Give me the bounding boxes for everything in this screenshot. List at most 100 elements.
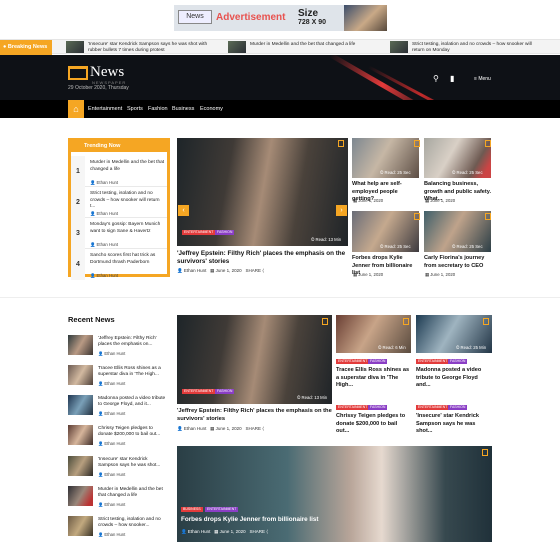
read-time: ⏲ Read: 6 Min [378, 345, 406, 350]
bookmark-icon[interactable] [403, 318, 409, 325]
home-icon[interactable]: ⌂ [68, 100, 84, 118]
category-badge[interactable]: Fashion [448, 405, 468, 410]
bookmark-icon[interactable] [338, 140, 344, 147]
category-badge[interactable]: Business [181, 507, 203, 512]
recent-thumbnail[interactable] [68, 456, 93, 476]
recent-title[interactable]: 'Jeffrey Epstein: Filthy Rich' places th… [98, 336, 168, 348]
recent-thumbnail[interactable] [68, 425, 93, 445]
grid-main-image[interactable]: Entertainment Fashion ⏲ Read: 13 Min [177, 315, 332, 404]
category-badge[interactable]: Entertainment [205, 507, 239, 512]
card-image[interactable]: ⏲ Read: 25 Sec [424, 211, 491, 252]
nav-item-entertainment[interactable]: Entertainment [88, 106, 122, 112]
category-badge[interactable]: Entertainment [336, 359, 370, 364]
trending-item-title[interactable]: Strict testing, isolation and no crowds … [90, 191, 166, 211]
grid-card-title[interactable]: Madonna posted a video tribute to George… [416, 367, 493, 390]
category-badge[interactable]: Entertainment [416, 405, 450, 410]
category-badge[interactable]: Entertainment [336, 405, 370, 410]
read-label: Read: [384, 170, 397, 175]
nav-item-business[interactable]: Business [172, 106, 194, 112]
bookmark-icon[interactable] [414, 213, 420, 220]
slider-prev-arrow[interactable]: ‹ [178, 205, 189, 216]
featured-title[interactable]: 'Jeffrey Epstein: Filthy Rich' places th… [177, 250, 347, 266]
card-image[interactable]: ⏲ Read: 25 Sec [424, 138, 491, 178]
ticker-thumbnail [66, 41, 84, 53]
recent-thumbnail[interactable] [68, 335, 93, 355]
recent-author: 👤 Ethan Hunt [98, 381, 126, 386]
featured-slider-image[interactable]: ‹ › Entertainment Fashion ⏲ Read: 13 Min [177, 138, 348, 246]
trending-author: 👤 Ethan Hunt [90, 242, 119, 247]
grid-bottom-image[interactable]: Business Entertainment Forbes drops Kyli… [177, 446, 492, 542]
category-badge[interactable]: Entertainment [416, 359, 450, 364]
trending-item-title[interactable]: Sancho scores first hat trick as Dortmun… [90, 253, 166, 266]
read-time: ⏲ Read: 25 Sec [452, 244, 483, 249]
read-time: ⏲ Read: 13 Min [297, 395, 328, 400]
top-advertisement-banner[interactable]: News Advertisement Size 728 X 90 [174, 5, 387, 31]
grid-main-title[interactable]: 'Jeffrey Epstein: Filthy Rich' places th… [177, 408, 334, 423]
recent-thumbnail[interactable] [68, 395, 93, 415]
menu-label: Menu [478, 76, 491, 82]
recent-title[interactable]: 'Insecure' star Kendrick Sampson says he… [98, 457, 168, 469]
bookmark-icon[interactable] [485, 213, 491, 220]
trending-item-title[interactable]: Monday's gossip: Bayern Munich want to s… [90, 222, 166, 235]
card-title[interactable]: Carly Fiorina's journey from secretary t… [424, 255, 494, 270]
recent-title[interactable]: Murder in Medellin and the bet that chan… [98, 487, 168, 499]
bookmark-icon[interactable] [482, 449, 488, 456]
bookmark-icon[interactable] [322, 318, 328, 325]
share-button[interactable]: SHARE [245, 426, 261, 431]
category-badge[interactable]: Fashion [215, 230, 235, 235]
breaking-news-label: ● Breaking News [0, 40, 52, 55]
category-badge[interactable]: Entertainment [182, 389, 216, 394]
share-button[interactable]: SHARE [249, 529, 265, 534]
card-image[interactable]: ⏲ Read: 25 Sec [352, 138, 419, 178]
card-date: ▦ June 1, 2020 [353, 198, 384, 203]
grid-card-title[interactable]: 'Insecure' star Kendrick Sampson says he… [416, 413, 493, 436]
bookmark-icon[interactable]: ▮ [450, 74, 454, 83]
nav-item-sports[interactable]: Sports [127, 106, 143, 112]
author-name: Ethan Hunt [104, 441, 126, 446]
recent-title[interactable]: Madonna posted a video tribute to George… [98, 396, 168, 408]
grid-bottom-title[interactable]: Forbes drops Kylie Jenner from billionai… [181, 516, 381, 524]
grid-card-title[interactable]: Chrissy Teigen pledges to donate $200,00… [336, 413, 412, 436]
author-name: Ethan Hunt [104, 502, 126, 507]
category-badge[interactable]: Fashion [448, 359, 468, 364]
category-badge[interactable]: Fashion [368, 405, 388, 410]
share-button[interactable]: SHARE [245, 268, 261, 273]
search-icon[interactable]: ⚲ [433, 74, 439, 83]
recent-title[interactable]: Strict testing, isolation and no crowds … [98, 517, 168, 529]
recent-author: 👤 Ethan Hunt [98, 441, 126, 446]
publish-date: June 1, 2020 [358, 272, 384, 277]
author-name: Ethan Hunt [104, 411, 126, 416]
menu-button[interactable]: ≡ Menu [474, 76, 491, 82]
grid-card-title[interactable]: Tracee Ellis Ross shines as a superstar … [336, 367, 412, 390]
author-name: Ethan Hunt [96, 273, 119, 278]
trending-item[interactable]: 3 Monday's gossip: Bayern Munich want to… [71, 218, 167, 249]
trending-item[interactable]: 4 Sancho scores first hat trick as Dortm… [71, 249, 167, 280]
recent-title[interactable]: Tracee Ellis Ross shines as a superstar … [98, 366, 168, 378]
grid-card-image[interactable]: ⏲ Read: 6 Min [336, 315, 411, 353]
ticker-thumbnail [390, 41, 408, 53]
recent-author: 👤 Ethan Hunt [98, 502, 126, 507]
recent-thumbnail[interactable] [68, 365, 93, 385]
author-name: Ethan Hunt [187, 529, 211, 534]
bookmark-icon[interactable] [483, 318, 489, 325]
card-image[interactable]: ⏲ Read: 25 Sec [352, 211, 419, 252]
category-badge[interactable]: Fashion [368, 359, 388, 364]
bookmark-icon[interactable] [414, 140, 420, 147]
main-navigation: ⌂ Entertainment Sports Fashion Business … [0, 100, 560, 118]
trending-item-title[interactable]: Murder in Medellin and the bet that chan… [90, 160, 166, 173]
category-badge[interactable]: Entertainment [182, 230, 216, 235]
author-name: Ethan Hunt [96, 211, 119, 216]
read-time-text: Read: 13 Min [301, 395, 328, 400]
recent-thumbnail[interactable] [68, 516, 93, 536]
read-time: ⏲ Read: 25 Sec [452, 170, 483, 175]
recent-title[interactable]: Chrissy Teigen pledges to donate $200,00… [98, 426, 168, 438]
nav-item-fashion[interactable]: Fashion [148, 106, 168, 112]
trending-item[interactable]: 2 Strict testing, isolation and no crowd… [71, 187, 167, 218]
trending-item[interactable]: 1 Murder in Medellin and the bet that ch… [71, 156, 167, 187]
slider-next-arrow[interactable]: › [336, 205, 347, 216]
recent-thumbnail[interactable] [68, 486, 93, 506]
bookmark-icon[interactable] [485, 140, 491, 147]
nav-item-economy[interactable]: Economy [200, 106, 223, 112]
grid-card-image[interactable]: ⏲ Read: 25 Min [416, 315, 492, 353]
category-badge[interactable]: Fashion [215, 389, 235, 394]
